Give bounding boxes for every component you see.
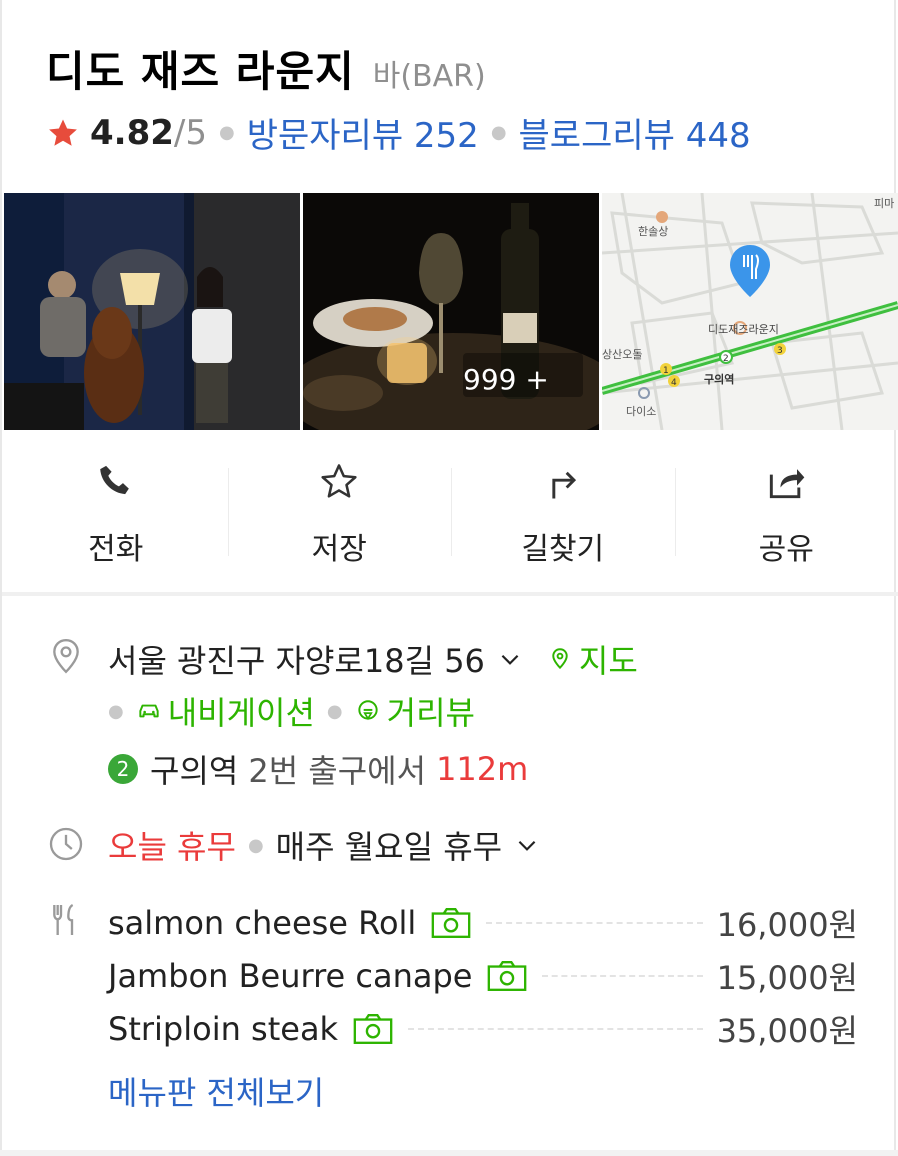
menu-item-name: salmon cheese Roll bbox=[108, 904, 417, 942]
photo-jazz-performance[interactable] bbox=[4, 193, 300, 430]
share-button[interactable]: 공유 bbox=[674, 440, 898, 590]
camera-icon[interactable] bbox=[352, 1013, 394, 1045]
map-pin-icon bbox=[552, 648, 568, 670]
subway-exit: 2번 출구에서 bbox=[248, 752, 427, 790]
map-exit-3: 3 bbox=[777, 346, 783, 356]
place-name: 디도 재즈 라운지 bbox=[46, 47, 355, 96]
phone-icon bbox=[99, 465, 129, 495]
map-image: 디도재즈라운지 한솔상 피마 상산오돌 다이소 구의역 2 1 4 3 bbox=[602, 193, 898, 430]
chevron-down-icon[interactable] bbox=[514, 832, 540, 858]
place-card: 디도 재즈 라운지 바(BAR) 4.82 /5 ● 방문자리뷰 252 ● 블… bbox=[0, 0, 898, 1150]
navigation-row: ● 내비게이션 ● 거리뷰 bbox=[108, 688, 475, 734]
save-button[interactable]: 저장 bbox=[227, 440, 452, 590]
title-row: 디도 재즈 라운지 바(BAR) bbox=[46, 38, 486, 99]
map-poi-2: 피마 bbox=[874, 197, 894, 210]
view-full-menu-link[interactable]: 메뉴판 전체보기 bbox=[108, 1068, 324, 1114]
photo-strip: 999 + 디도재즈라운지 한솔상 피마 상산오돌 다이소 구의역 2 1 4 … bbox=[4, 193, 898, 430]
dotted-leader bbox=[542, 975, 703, 977]
call-label: 전화 bbox=[88, 532, 144, 567]
menu-item-price: 16,000원 bbox=[716, 906, 858, 944]
share-icon bbox=[770, 469, 805, 499]
menu-item-name: Striploin steak bbox=[108, 1010, 339, 1048]
map-link[interactable]: 지도 bbox=[579, 636, 638, 682]
camera-icon[interactable] bbox=[486, 960, 528, 992]
map-poi-4: 다이소 bbox=[626, 405, 656, 418]
save-label: 저장 bbox=[311, 532, 367, 567]
call-button[interactable]: 전화 bbox=[4, 440, 228, 590]
map-exit-2: 2 bbox=[723, 354, 729, 364]
dotted-leader bbox=[408, 1028, 703, 1030]
subway-distance: 112m bbox=[436, 750, 529, 788]
camera-icon[interactable] bbox=[430, 907, 472, 939]
blog-reviews-link[interactable]: 블로그리뷰 448 bbox=[519, 108, 751, 157]
chevron-down-icon[interactable] bbox=[497, 646, 523, 672]
fork-knife-icon bbox=[53, 903, 74, 935]
section-divider bbox=[2, 592, 898, 596]
subway-row: 2 구의역 2번 출구에서 112m bbox=[108, 746, 528, 792]
separator-dot: ● bbox=[247, 834, 264, 856]
dotted-leader bbox=[486, 922, 703, 924]
photo-count-badge: 999 + bbox=[463, 363, 549, 396]
car-icon bbox=[139, 704, 159, 718]
menu-item-price: 15,000원 bbox=[716, 959, 858, 997]
separator-dot: ● bbox=[326, 700, 343, 722]
navigation-link[interactable]: 내비게이션 bbox=[168, 688, 315, 734]
subway-station: 구의역 bbox=[150, 752, 239, 790]
share-label: 공유 bbox=[758, 532, 814, 567]
action-bar: 전화 저장 길찾기 공유 bbox=[4, 440, 898, 590]
wine-table-image bbox=[303, 193, 599, 430]
separator-dot: ● bbox=[108, 700, 124, 722]
menu-item[interactable]: Striploin steak 35,000원 bbox=[108, 1006, 858, 1052]
street-view-icon bbox=[357, 700, 378, 721]
location-pin-icon bbox=[53, 638, 79, 674]
clock-icon bbox=[49, 827, 83, 861]
closed-today: 오늘 휴무 bbox=[108, 828, 236, 866]
rating-score: 4.82 bbox=[90, 112, 174, 153]
rating-row: 4.82 /5 ● 방문자리뷰 252 ● 블로그리뷰 448 bbox=[46, 108, 751, 157]
photo-wine-table[interactable]: 999 + bbox=[303, 193, 599, 430]
visitor-reviews-link[interactable]: 방문자리뷰 252 bbox=[247, 108, 479, 157]
menu-item-price: 35,000원 bbox=[716, 1012, 858, 1050]
address-text[interactable]: 서울 광진구 자양로18길 56 bbox=[108, 636, 485, 682]
separator-dot: ● bbox=[490, 122, 507, 143]
address-row: 서울 광진구 자양로18길 56 지도 bbox=[108, 636, 638, 682]
bottom-divider bbox=[0, 1150, 898, 1156]
rating-max: /5 bbox=[173, 112, 207, 153]
menu-item-name: Jambon Beurre canape bbox=[108, 957, 473, 995]
streetview-link[interactable]: 거리뷰 bbox=[387, 688, 475, 734]
map-poi-3: 상산오돌 bbox=[602, 348, 642, 361]
place-category: 바(BAR) bbox=[372, 59, 486, 94]
directions-icon bbox=[552, 471, 576, 499]
map-place-label: 디도재즈라운지 bbox=[708, 323, 779, 336]
map-thumbnail[interactable]: 디도재즈라운지 한솔상 피마 상산오돌 다이소 구의역 2 1 4 3 bbox=[602, 193, 898, 430]
menu-item[interactable]: salmon cheese Roll 16,000원 bbox=[108, 900, 858, 946]
jazz-performance-image bbox=[4, 193, 300, 430]
subway-line-badge: 2 bbox=[108, 754, 138, 784]
directions-button[interactable]: 길찾기 bbox=[451, 440, 675, 590]
separator-dot: ● bbox=[218, 122, 235, 143]
map-poi-1: 한솔상 bbox=[638, 225, 668, 238]
map-exit-4: 4 bbox=[671, 378, 677, 388]
map-station-label: 구의역 bbox=[704, 372, 734, 386]
closed-detail: 매주 월요일 휴무 bbox=[275, 828, 503, 866]
star-rating-icon bbox=[49, 119, 77, 146]
star-icon bbox=[321, 464, 357, 498]
directions-label: 길찾기 bbox=[521, 532, 605, 567]
hours-row[interactable]: 오늘 휴무 ● 매주 월요일 휴무 bbox=[108, 822, 540, 868]
menu-item[interactable]: Jambon Beurre canape 15,000원 bbox=[108, 953, 858, 999]
map-exit-1: 1 bbox=[663, 366, 669, 376]
